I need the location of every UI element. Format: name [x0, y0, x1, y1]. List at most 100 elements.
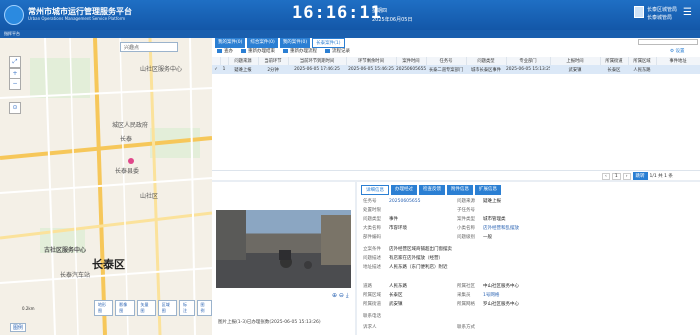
map-label: 长泰县委 [115, 168, 140, 175]
toolbar-label: 重新办理流程 [290, 49, 317, 54]
zoom-out-button[interactable]: − [9, 78, 21, 90]
toolbar-label: 查办 [224, 49, 233, 54]
tab-extended[interactable]: 扩展信息 [475, 185, 501, 195]
case-table: 问题来源 当前环节 当前环节到期时间 环节剩余时间 案件时间 任务号 问题类型 … [212, 57, 700, 74]
table-cell: 2025-06-05 17:46:25 [288, 65, 346, 74]
column-header[interactable] [212, 57, 221, 65]
avatar[interactable] [634, 6, 644, 18]
map-label: 长泰汽车站 [60, 272, 91, 279]
photo-tools[interactable]: ⊕ ⊖ ⤓ [332, 292, 349, 300]
toolbar-button[interactable]: 流程记录 [325, 48, 350, 54]
handle-icon [217, 48, 222, 53]
field-label: 道路 [363, 284, 372, 289]
map-label: 山社区 [140, 193, 159, 200]
photo-caption: 图片上报(1-3)已办理张数(2025-06-05 15:13:26) [218, 320, 321, 325]
tab-changtai-cases[interactable]: 长泰案件(1) [312, 38, 345, 48]
field-label: 大类名称 [363, 226, 381, 231]
prev-page-button[interactable]: ‹ [602, 172, 610, 180]
field-label: 部件编码 [363, 235, 381, 240]
field-value: 疑难上报 [483, 199, 501, 204]
column-header[interactable]: 案件时间 [396, 57, 427, 65]
column-header[interactable]: 事件地址 [656, 57, 700, 65]
table-cell: 长泰区 [600, 65, 628, 74]
field-label: 所属区域 [363, 293, 381, 298]
column-header[interactable]: 专业部门 [506, 57, 551, 65]
map-layer-button[interactable]: 矢量图 [136, 300, 156, 316]
fullscreen-icon[interactable]: ⤢ [9, 56, 21, 68]
table-cell: 长泰二道专案部门 [426, 65, 466, 74]
map-layer-button[interactable]: 区域图 [157, 300, 177, 316]
street-photo-image [216, 210, 351, 269]
column-header[interactable] [220, 57, 229, 65]
case-tabs: 我的案件(0) 综合案件(0) 我的案件(0) 长泰案件(1) [215, 38, 345, 48]
page-total: 1/1 共 1 条 [649, 174, 673, 179]
table-search-input[interactable] [638, 39, 698, 45]
map-legend-button[interactable]: 图例 [10, 323, 27, 332]
field-label: 子任务号 [457, 208, 475, 213]
map-search-input[interactable]: 兴趣点 [120, 42, 178, 52]
field-value: 武安镇 [389, 302, 403, 307]
map-scale: 0.2km [22, 306, 35, 311]
field-label: 问题级别 [457, 235, 475, 240]
table-header: 问题来源 当前环节 当前环节到期时间 环节剩余时间 案件时间 任务号 问题类型 … [212, 57, 700, 65]
field-label: 诉求人 [363, 325, 377, 330]
toolbar-button[interactable]: 重新办理结束 [241, 48, 275, 54]
toolbar-button[interactable]: 查办 [217, 48, 233, 54]
locate-icon[interactable]: ⊙ [9, 102, 21, 114]
column-header[interactable]: 当前环节到期时间 [288, 57, 347, 65]
field-label: 问题描述 [363, 256, 381, 261]
field-value: 一般 [483, 235, 492, 240]
settings-button[interactable]: ⚙ 设置 [670, 48, 684, 54]
tab-my-cases-2[interactable]: 我的案件(0) [279, 38, 311, 48]
collector-link[interactable]: 1号网格 [483, 293, 499, 298]
row-checkbox[interactable]: ✓ [212, 65, 220, 74]
tab-attachments[interactable]: 附件信息 [447, 185, 473, 195]
table-row[interactable]: ✓ 1 疑难上报 2分钟 2025-06-05 17:46:25 2025-06… [212, 65, 700, 74]
column-header[interactable]: 所属区域 [628, 57, 657, 65]
sub-bar: 指挥平台 [0, 30, 700, 38]
user-name[interactable]: 长泰区城管局 [647, 6, 677, 13]
column-header[interactable]: 环节剩余时间 [346, 57, 397, 65]
toolbar-label: 重新办理结束 [248, 49, 275, 54]
tab-all-cases[interactable]: 综合案件(0) [247, 38, 278, 48]
column-header[interactable]: 问题来源 [228, 57, 259, 65]
go-button[interactable]: 跳转 [632, 172, 648, 180]
map-layer-button[interactable]: 影像图 [115, 300, 135, 316]
column-header[interactable]: 所属街道 [600, 57, 629, 65]
table-cell: 2分钟 [258, 65, 288, 74]
toolbar-button[interactable]: 重新办理流程 [283, 48, 317, 54]
field-value: 店外经营和乱摆放 [483, 226, 519, 231]
map-layer-button[interactable]: 图例 [196, 300, 212, 316]
field-label: 小类名称 [457, 226, 475, 231]
column-header[interactable]: 上报时间 [550, 57, 601, 65]
field-value: 人民东路（东门便利店）附近 [389, 265, 448, 270]
field-label: 所属社区 [457, 284, 475, 289]
app-subtitle: Urban Operations Management Service Plat… [28, 16, 126, 21]
column-header[interactable]: 任务号 [426, 57, 467, 65]
map-label: 城区人民政府 [112, 122, 149, 129]
flow-icon [283, 48, 288, 53]
map-layer-button[interactable]: 地形图 [94, 300, 114, 316]
page-number[interactable]: 1 [611, 172, 621, 180]
field-label: 采集员 [457, 293, 471, 298]
table-cell: 疑难上报 [228, 65, 258, 74]
case-photo[interactable] [216, 210, 351, 288]
tab-feedback[interactable]: 检查反馈 [419, 185, 445, 195]
tab-detail-info[interactable]: 详细信息 [361, 185, 389, 195]
next-page-button[interactable]: › [622, 172, 631, 180]
field-value: 罗山社区服务中心 [483, 302, 519, 307]
field-value: 人民东路 [389, 284, 407, 289]
task-number[interactable]: 20250605655 [389, 199, 421, 204]
column-header[interactable]: 当前环节 [258, 57, 289, 65]
map-label: 长泰 [120, 136, 133, 143]
map-panel[interactable]: 兴趣点 ⤢ + − ⊙ 山社区服务中心 城区人民政府 长泰 长泰县委 古社区服务… [0, 38, 212, 335]
field-value: 事件 [389, 217, 398, 222]
column-header[interactable]: 问题类型 [466, 57, 507, 65]
tab-process[interactable]: 办理经过 [391, 185, 417, 195]
tab-my-cases[interactable]: 我的案件(0) [215, 38, 246, 48]
map-roads [0, 38, 212, 335]
user-role: 长泰城管局 [647, 15, 673, 21]
map-layer-button[interactable]: 标注 [179, 300, 195, 316]
menu-icon[interactable]: ☰ [683, 7, 692, 18]
end-icon [241, 48, 246, 53]
